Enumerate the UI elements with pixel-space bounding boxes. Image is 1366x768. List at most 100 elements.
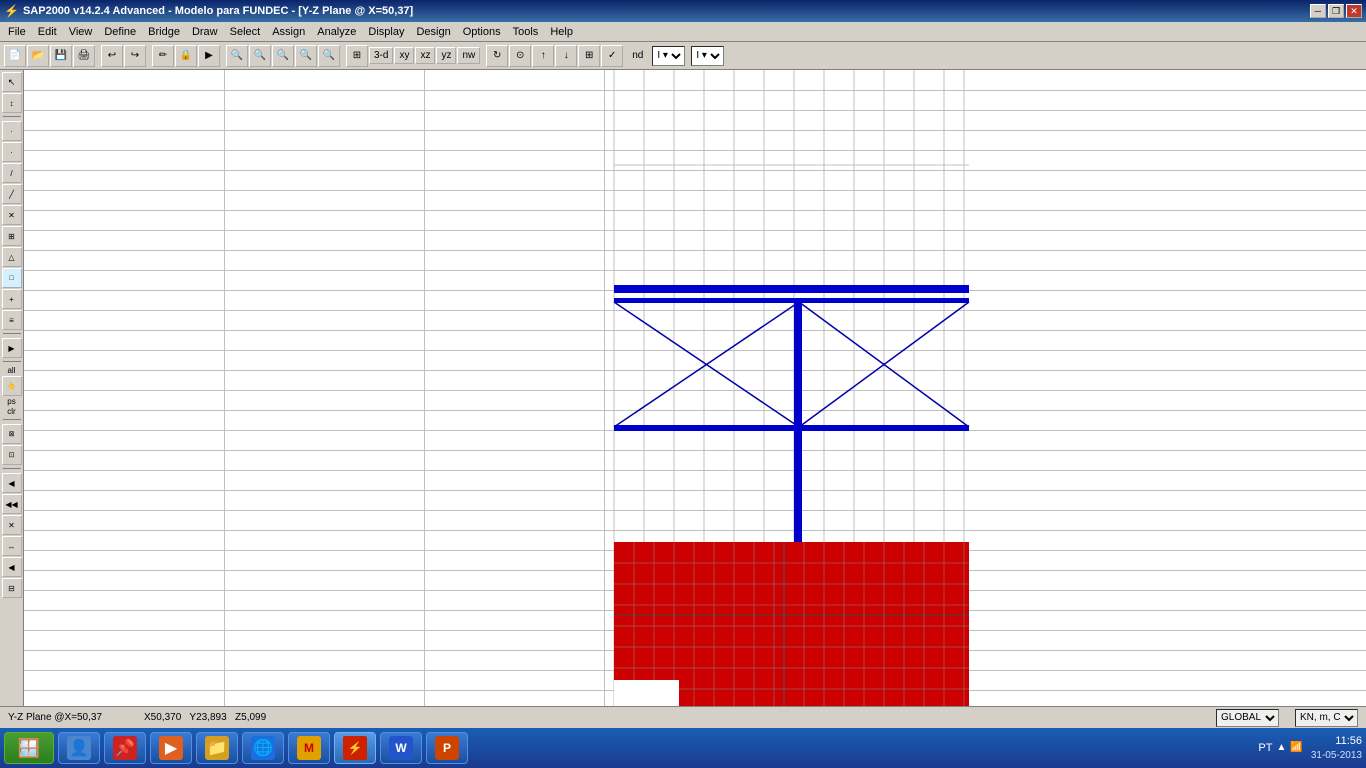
menu-bridge[interactable]: Bridge [142,24,186,40]
point-button[interactable]: · [2,121,22,141]
taskbar-media-button[interactable]: ▶ [150,732,192,764]
show-grid-button[interactable]: ⊞ [578,45,600,67]
area-button[interactable]: ⊞ [2,226,22,246]
taskbar-word-button[interactable]: W [380,732,422,764]
display-dropdown2[interactable]: I ▾ [691,46,724,66]
clr-label: clr [7,407,15,416]
signal-icon: ▲ [1276,742,1286,753]
grid-button[interactable]: ⊞ [346,45,368,67]
pattern-button[interactable]: ⊠ [2,424,22,444]
taskbar-pin-button[interactable]: 📌 [104,732,146,764]
zoom-in-button[interactable]: 🔍 [226,45,248,67]
menu-design[interactable]: Design [410,24,456,40]
menu-analyze[interactable]: Analyze [311,24,362,40]
tri-button[interactable]: △ [2,247,22,267]
ps-label: ps [7,397,15,406]
maximize-button[interactable]: ❐ [1328,4,1344,18]
menu-file[interactable]: File [2,24,32,40]
view-nw-label[interactable]: nw [457,47,480,64]
play-button[interactable]: ▶ [2,338,22,358]
units-dropdown[interactable]: KN, m, C [1295,709,1358,727]
undo-button[interactable]: ↩ [101,45,123,67]
window-title: SAP2000 v14.2.4 Advanced - Modelo para F… [23,5,413,17]
menu-options[interactable]: Options [457,24,507,40]
menu-edit[interactable]: Edit [32,24,63,40]
point2-button[interactable]: · [2,142,22,162]
down-button[interactable]: ↓ [555,45,577,67]
arrows-button[interactable]: ↔ [2,536,22,556]
select-move-button[interactable]: ↕ [2,93,22,113]
start-button[interactable]: 🪟 [4,732,54,764]
zoom-fit-button[interactable]: 🔍 [272,45,294,67]
view-yz-label[interactable]: yz [436,47,456,64]
menu-bar: File Edit View Define Bridge Draw Select… [0,22,1366,42]
clock-display: 11:56 31-05-2013 [1311,734,1362,761]
left-arrow2-button[interactable]: ◀◀ [2,494,22,514]
taskbar-user-button[interactable]: 👤 [58,732,100,764]
taskbar-ie-button[interactable]: 🌐 [242,732,284,764]
taskbar: 🪟 👤 📌 ▶ 📁 🌐 M ⚡ W P PT ▲ 📶 11:56 31-05-2… [0,728,1366,768]
all-button[interactable]: 👆 [2,376,22,396]
plane-status: Y-Z Plane @X=50,37 [8,712,128,723]
view-3d-label[interactable]: 3-d [369,47,393,64]
taskbar-ppt-button[interactable]: P [426,732,468,764]
minimize-button[interactable]: ─ [1310,4,1326,18]
lang-indicator: PT [1258,742,1272,754]
rotate-button[interactable]: ↻ [486,45,508,67]
lock-button[interactable]: 🔒 [175,45,197,67]
rect-button[interactable]: □ [2,268,22,288]
select-pointer-button[interactable]: ↖ [2,72,22,92]
view-xz-label[interactable]: xz [415,47,435,64]
y-coord: Y23,893 [189,712,226,723]
menu-display[interactable]: Display [362,24,410,40]
all-label: all [7,366,15,375]
up-button[interactable]: ↑ [532,45,554,67]
zoom-prev-button[interactable]: 🔍 [318,45,340,67]
taskbar-matlab-button[interactable]: M [288,732,330,764]
coord-system-dropdown[interactable]: GLOBAL [1216,709,1279,727]
list-button[interactable]: ≡ [2,310,22,330]
redo-button[interactable]: ↪ [124,45,146,67]
close-button[interactable]: ✕ [1346,4,1362,18]
canvas-area[interactable] [24,70,1366,706]
z-coord: Z5,099 [235,712,266,723]
zoom-out-button[interactable]: 🔍 [249,45,271,67]
cross2-button[interactable]: ✕ [2,515,22,535]
menu-define[interactable]: Define [98,24,142,40]
draw-button[interactable]: ✏ [152,45,174,67]
pattern2-button[interactable]: ⊡ [2,445,22,465]
minus-button[interactable]: ⊟ [2,578,22,598]
left-toolbar: ↖ ↕ · · / ╱ ✕ ⊞ △ □ + ≡ ▶ all 👆 ps clr ⊠… [0,70,24,706]
view-xy-label[interactable]: xy [394,47,414,64]
date-display: 31-05-2013 [1311,749,1362,762]
left3-button[interactable]: ◀ [2,557,22,577]
nd-label: nd [629,50,646,61]
menu-assign[interactable]: Assign [266,24,311,40]
zoom-window-button[interactable]: 🔍 [295,45,317,67]
left-arrow-button[interactable]: ◀ [2,473,22,493]
app-icon: ⚡ [4,4,19,18]
new-button[interactable]: 📄 [4,45,26,67]
print-button[interactable]: 🖨 [73,45,95,67]
check-button[interactable]: ✓ [601,45,623,67]
display-dropdown1[interactable]: I ▾ [652,46,685,66]
taskbar-explorer-button[interactable]: 📁 [196,732,238,764]
window-controls: ─ ❐ ✕ [1310,4,1362,18]
open-button[interactable]: 📂 [27,45,49,67]
save-button[interactable]: 💾 [50,45,72,67]
menu-help[interactable]: Help [544,24,579,40]
menu-view[interactable]: View [63,24,99,40]
poly-button[interactable]: ╱ [2,184,22,204]
add-button[interactable]: + [2,289,22,309]
line-button[interactable]: / [2,163,22,183]
cross-button[interactable]: ✕ [2,205,22,225]
coord-status: X50,370 Y23,893 Z5,099 [144,712,266,723]
persp-button[interactable]: ⊙ [509,45,531,67]
run-button[interactable]: ▶ [198,45,220,67]
network-icon: 📶 [1290,742,1302,753]
menu-select[interactable]: Select [224,24,267,40]
taskbar-sap-button[interactable]: ⚡ [334,732,376,764]
system-tray: PT ▲ 📶 [1258,742,1302,754]
menu-draw[interactable]: Draw [186,24,224,40]
menu-tools[interactable]: Tools [507,24,545,40]
